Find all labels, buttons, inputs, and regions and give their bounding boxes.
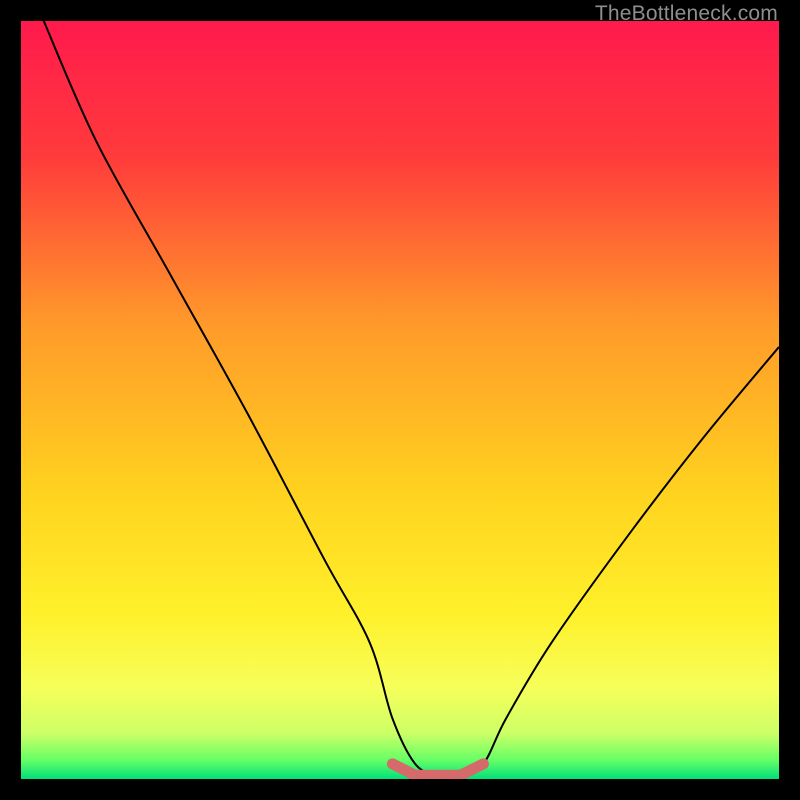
chart-background	[21, 21, 779, 779]
watermark-text: TheBottleneck.com	[595, 2, 778, 26]
bottleneck-chart	[21, 21, 779, 779]
